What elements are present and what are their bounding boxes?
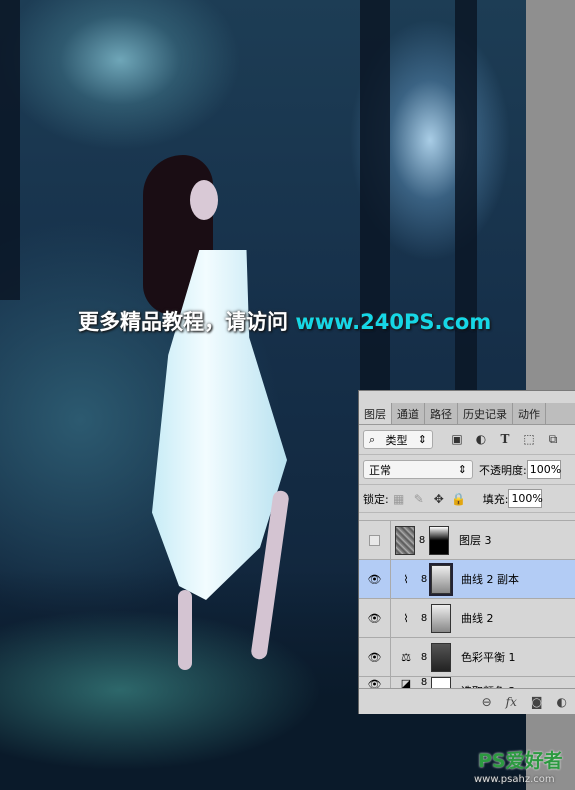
link-layers-icon[interactable]: ⊖: [482, 695, 492, 709]
panel-footer: ⊖ fx ◙ ◐: [359, 688, 575, 714]
tutorial-banner: 更多精品教程，请访问 www.240PS.com: [78, 306, 491, 336]
leg: [178, 590, 192, 670]
tab-paths[interactable]: 路径: [425, 403, 458, 424]
watermark-logo: PS爱好者: [478, 750, 563, 772]
layer-name: 曲线 2 副本: [461, 573, 519, 586]
updown-icon: ⇕: [417, 433, 427, 446]
fill-input[interactable]: 100%: [508, 489, 543, 508]
lock-all-icon[interactable]: 🔒: [449, 492, 469, 506]
lock-transparent-icon[interactable]: ▦: [389, 492, 409, 506]
layer-thumbnail: [395, 525, 415, 555]
curves-icon: ⌇: [403, 572, 409, 586]
blend-mode-select[interactable]: 正常 ⇕: [363, 460, 473, 479]
adjustment-filter-icon[interactable]: ◐: [471, 432, 491, 447]
updown-icon: ⇕: [457, 463, 467, 476]
layer-row[interactable]: 8 图层 3: [359, 521, 575, 560]
mask-thumbnail: [429, 562, 453, 596]
filter-type-select[interactable]: ⌕ 类型 ⇕: [363, 430, 433, 449]
layer-name: 色彩平衡 1: [461, 651, 516, 664]
watermark-url: www.psahz.com: [474, 774, 555, 785]
link-icon: 8: [420, 612, 428, 624]
eye-icon[interactable]: 👁: [359, 638, 391, 676]
mask-thumbnail: [431, 603, 451, 633]
banner-url: www.240PS.com: [295, 310, 492, 334]
lock-move-icon[interactable]: ✥: [429, 492, 449, 506]
eye-icon[interactable]: 👁: [359, 599, 391, 637]
opacity-label: 不透明度:: [479, 463, 527, 477]
tab-history[interactable]: 历史记录: [458, 403, 513, 424]
fx-icon[interactable]: fx: [506, 695, 517, 709]
lock-brush-icon[interactable]: ✎: [409, 492, 429, 506]
layer-row[interactable]: 👁 ⌇ 8 曲线 2 副本: [359, 560, 575, 599]
layers-panel: 图层 通道 路径 历史记录 动作 ⌕ 类型 ⇕ ▣ ◐ T ⬚ ⧉ 正常 ⇕ 不透明度…: [358, 390, 575, 714]
layer-name: 曲线 2: [461, 612, 494, 625]
search-icon: ⌕: [369, 432, 376, 446]
mask-thumbnail: [429, 525, 449, 555]
color-balance-icon: ⚖: [401, 650, 411, 664]
fill-label: 填充:: [482, 492, 509, 506]
shape-filter-icon[interactable]: ⬚: [519, 432, 539, 447]
banner-text: 更多精品教程，请访问: [78, 310, 288, 334]
panel-tabs: 图层 通道 路径 历史记录 动作: [359, 403, 575, 425]
tab-actions[interactable]: 动作: [513, 403, 546, 424]
image-filter-icon[interactable]: ▣: [447, 432, 467, 447]
link-icon: 8: [420, 573, 428, 585]
link-icon: 8: [420, 651, 428, 663]
opacity-input[interactable]: 100%: [526, 460, 561, 479]
curves-icon: ⌇: [403, 611, 409, 625]
link-icon: 8: [418, 534, 426, 546]
mask-thumbnail: [431, 642, 451, 672]
tab-channels[interactable]: 通道: [392, 403, 425, 424]
tab-layers[interactable]: 图层: [359, 403, 392, 424]
new-adjustment-icon[interactable]: ◐: [557, 695, 567, 709]
blend-mode-value: 正常: [369, 463, 391, 477]
layer-name: 图层 3: [459, 534, 492, 547]
tree-trunk: [0, 0, 20, 300]
visibility-toggle[interactable]: [359, 521, 391, 559]
add-mask-icon[interactable]: ◙: [531, 695, 543, 709]
eye-icon[interactable]: 👁: [359, 560, 391, 598]
type-filter-icon[interactable]: T: [495, 432, 515, 447]
model-face: [190, 180, 218, 220]
layer-row[interactable]: 👁 ⚖ 8 色彩平衡 1: [359, 638, 575, 677]
link-icon: 8: [420, 677, 428, 688]
layer-row[interactable]: 👁 ⌇ 8 曲线 2: [359, 599, 575, 638]
lock-label: 锁定:: [363, 492, 389, 506]
smart-object-filter-icon[interactable]: ⧉: [543, 432, 563, 447]
filter-label: 类型: [385, 433, 408, 447]
